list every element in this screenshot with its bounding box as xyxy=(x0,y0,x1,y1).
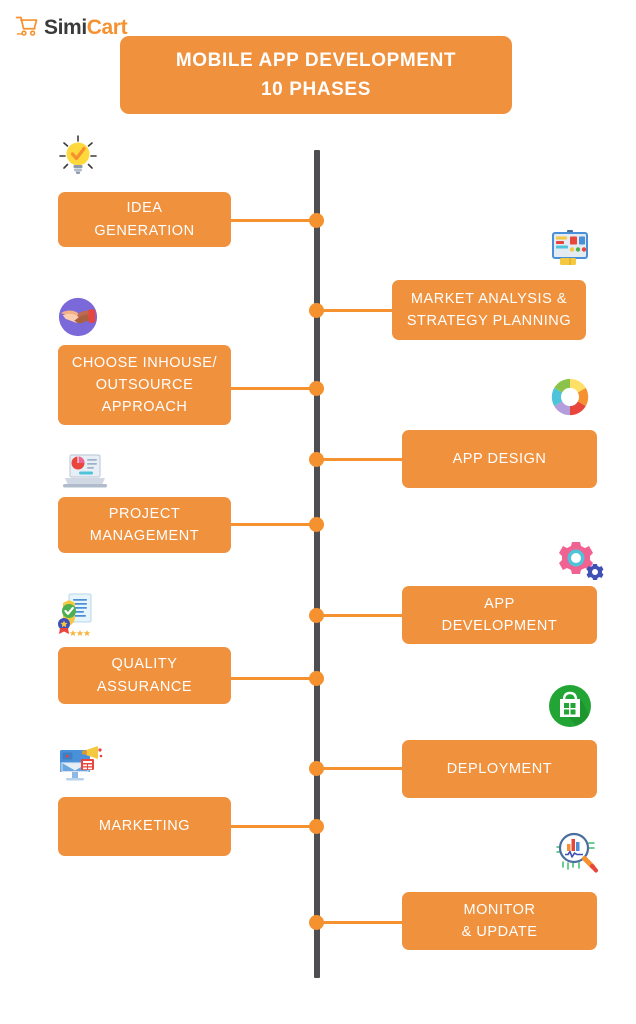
handshake-icon xyxy=(57,296,99,338)
phase-label-line: DEPLOYMENT xyxy=(446,760,553,777)
page-title-line2: 10 PHASES xyxy=(261,79,371,100)
brand-name-secondary: Cart xyxy=(86,15,128,39)
phase-label-line: QUALITY xyxy=(111,656,178,673)
timeline-node-8[interactable] xyxy=(309,761,324,776)
phase-label-line: APP DESIGN xyxy=(452,450,547,467)
phase-label-line: OUTSOURCE xyxy=(95,376,194,393)
phase-box-choose-approach[interactable]: CHOOSE INHOUSE/ OUTSOURCE APPROACH xyxy=(58,345,231,425)
phase-label-line: CHOOSE INHOUSE/ xyxy=(71,354,218,371)
timeline-node-1[interactable] xyxy=(309,213,324,228)
connector-4 xyxy=(318,458,404,461)
phase-label-line: MONITOR xyxy=(463,901,536,918)
shopping-cart-icon xyxy=(14,14,40,40)
brand-logo: SimiCart xyxy=(14,14,128,40)
phase-box-app-development[interactable]: APP DEVELOPMENT xyxy=(402,586,597,644)
gears-icon xyxy=(556,540,604,582)
phase-box-market-analysis[interactable]: MARKET ANALYSIS & STRATEGY PLANNING xyxy=(392,280,586,340)
timeline-node-5[interactable] xyxy=(309,517,324,532)
phase-label-line: DEVELOPMENT xyxy=(441,618,558,634)
timeline-node-2[interactable] xyxy=(309,303,324,318)
phase-label-line: STRATEGY PLANNING xyxy=(406,313,572,329)
laptop-chart-icon xyxy=(62,452,108,492)
connector-5 xyxy=(231,523,316,526)
connector-8 xyxy=(318,767,404,770)
timeline-node-4[interactable] xyxy=(309,452,324,467)
digital-marketing-icon xyxy=(56,745,104,787)
timeline-node-3[interactable] xyxy=(309,381,324,396)
color-wheel-icon xyxy=(549,376,591,418)
connector-6 xyxy=(318,614,404,617)
brand-name-primary: Simi xyxy=(44,15,87,39)
phase-box-app-design[interactable]: APP DESIGN xyxy=(402,430,597,488)
phase-box-marketing[interactable]: MARKETING xyxy=(58,797,231,856)
phase-label-line: PROJECT xyxy=(108,505,181,522)
phase-box-deployment[interactable]: DEPLOYMENT xyxy=(402,740,597,798)
lightbulb-check-icon xyxy=(56,133,100,177)
timeline-node-10[interactable] xyxy=(309,915,324,930)
phase-box-project-management[interactable]: PROJECT MANAGEMENT xyxy=(58,497,231,553)
timeline-node-6[interactable] xyxy=(309,608,324,623)
magnifier-analytics-icon xyxy=(553,829,599,875)
phase-box-monitor-update[interactable]: MONITOR & UPDATE xyxy=(402,892,597,950)
connector-2 xyxy=(318,309,394,312)
phase-label-line: MANAGEMENT xyxy=(89,528,200,544)
phase-label-line: IDEA xyxy=(126,200,163,217)
phase-box-quality-assurance[interactable]: QUALITY ASSURANCE xyxy=(58,647,231,704)
timeline-axis xyxy=(314,150,320,978)
connector-10 xyxy=(318,921,404,924)
page-title: MOBILE APP DEVELOPMENT 10 PHASES xyxy=(120,36,512,114)
timeline-node-7[interactable] xyxy=(309,671,324,686)
connector-3 xyxy=(231,387,316,390)
connector-7 xyxy=(231,677,316,680)
app-store-bag-icon xyxy=(548,684,592,728)
phase-label-line: APPROACH xyxy=(101,399,188,416)
phase-label-line: & UPDATE xyxy=(461,924,538,940)
connector-1 xyxy=(231,219,316,222)
phase-label-line: MARKET ANALYSIS & xyxy=(410,290,568,307)
page-title-line1: MOBILE APP DEVELOPMENT xyxy=(175,49,457,71)
presentation-board-icon xyxy=(548,225,592,269)
phase-label-line: GENERATION xyxy=(94,222,195,239)
timeline-node-9[interactable] xyxy=(309,819,324,834)
phase-label-line: MARKETING xyxy=(98,818,191,835)
certificate-badge-icon xyxy=(55,590,103,638)
connector-9 xyxy=(231,825,316,828)
phase-label-line: ASSURANCE xyxy=(96,678,193,695)
phase-label-line: APP xyxy=(484,595,515,612)
phase-box-idea-generation[interactable]: IDEA GENERATION xyxy=(58,192,231,247)
